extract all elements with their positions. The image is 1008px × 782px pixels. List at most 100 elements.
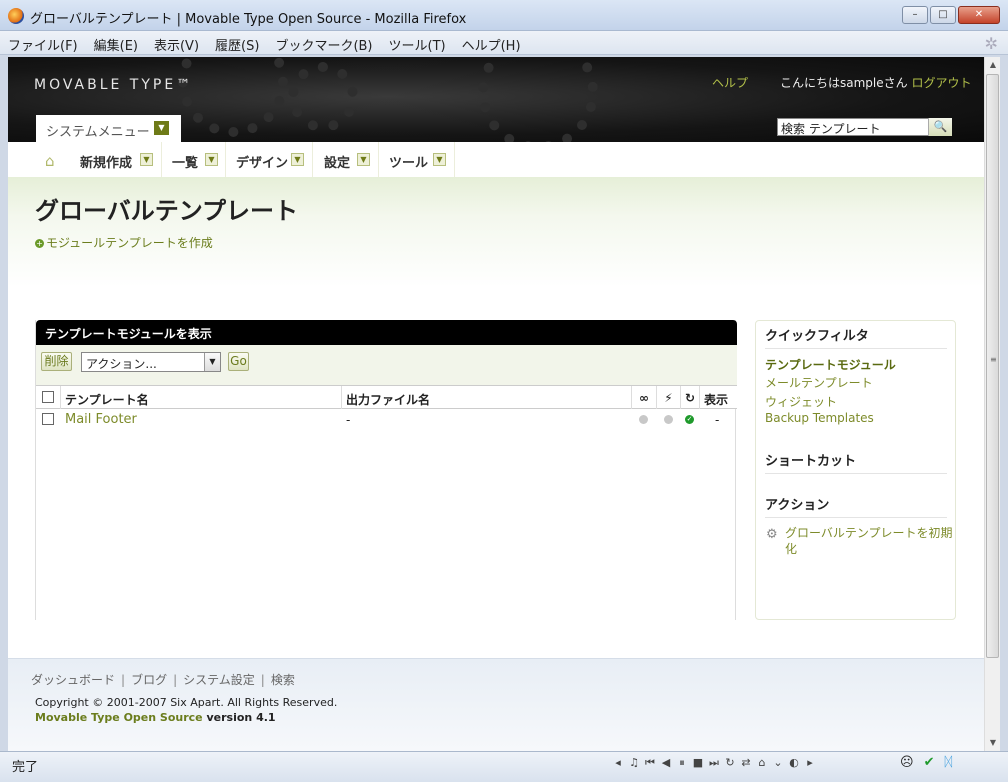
check-icon[interactable]: ✔ <box>924 755 935 770</box>
action-select-value: アクション... <box>86 357 157 371</box>
status-off-icon <box>639 415 648 424</box>
search-icon[interactable]: 🔍 <box>928 118 952 136</box>
select-all-checkbox[interactable] <box>42 391 54 403</box>
template-name-link[interactable]: Mail Footer <box>65 412 137 427</box>
nav-settings-label: 設定 <box>324 156 351 171</box>
nav-create[interactable]: 新規作成 ▼ <box>70 142 162 177</box>
scroll-up-icon[interactable]: ▲ <box>985 57 1001 73</box>
home-icon[interactable]: ⌂ <box>45 152 55 170</box>
go-button[interactable]: Go <box>228 352 249 371</box>
bird-icon[interactable]: ᛞ <box>944 755 952 770</box>
menu-tools[interactable]: ツール(T) <box>389 35 446 54</box>
nav-list[interactable]: 一覧 ▼ <box>162 142 226 177</box>
plus-icon: + <box>35 239 44 248</box>
media-icon[interactable]: ⏮ <box>644 756 656 770</box>
greeting-text: こんにちはsampleさん <box>780 76 908 90</box>
table-row: Mail Footer - ✓ - <box>36 409 737 431</box>
status-bar: 完了 ◂ ♫ ⏮ ◀ ⏸ ■ ⏭ ↻ ⇄ ⌂ ⌄ ◐ ▸ ☹ ✔ ᛞ <box>0 751 1008 782</box>
filter-backup-templates[interactable]: Backup Templates <box>765 411 874 425</box>
arrow-left-icon[interactable]: ◂ <box>612 756 624 770</box>
logout-link[interactable]: ログアウト <box>911 76 971 90</box>
media-icon[interactable]: ⌄ <box>772 756 784 770</box>
window-controls: – □ ✕ <box>902 6 1000 24</box>
status-toolbar: ◂ ♫ ⏮ ◀ ⏸ ■ ⏭ ↻ ⇄ ⌂ ⌄ ◐ ▸ <box>612 756 816 770</box>
media-icon[interactable]: ↻ <box>724 756 736 770</box>
row-checkbox[interactable] <box>42 413 54 425</box>
col-display[interactable]: 表示 <box>699 386 737 409</box>
col-output-file[interactable]: 出力ファイル名 <box>341 386 631 409</box>
reset-global-templates-link[interactable]: グローバルテンプレートを初期 化 <box>785 525 953 557</box>
filter-mail-templates[interactable]: メールテンプレート <box>765 374 873 391</box>
footer-links: ダッシュボード | ブログ | システム設定 | 検索 <box>31 671 295 688</box>
menu-help[interactable]: ヘルプ(H) <box>462 35 521 54</box>
separator: | <box>173 673 178 687</box>
product-link[interactable]: Movable Type Open Source <box>35 711 203 724</box>
status-addons: ☹ ✔ ᛞ <box>900 755 952 770</box>
create-module-label: モジュールテンプレートを作成 <box>46 236 213 250</box>
minimize-button[interactable]: – <box>902 6 928 24</box>
vertical-scrollbar[interactable]: ▲ ≡ ▼ <box>984 57 1000 751</box>
menu-view[interactable]: 表示(V) <box>154 35 199 54</box>
list-toolbar: 削除 アクション... ▼ Go <box>36 345 737 386</box>
page-footer: ダッシュボード | ブログ | システム設定 | 検索 Copyright © 2001-2… <box>8 658 984 751</box>
footer-search-link[interactable]: 検索 <box>271 673 295 687</box>
select-all-checkbox-cell <box>36 386 60 409</box>
gear-decoration <box>478 57 598 152</box>
footer-blog-link[interactable]: ブログ <box>131 673 167 687</box>
music-icon[interactable]: ♫ <box>628 756 640 770</box>
action-select[interactable]: アクション... ▼ <box>81 352 221 372</box>
grip-icon: ≡ <box>990 355 997 364</box>
linked-icon: ∞ <box>631 386 656 409</box>
panel-header: テンプレートモジュールを表示 <box>36 320 737 345</box>
arrow-right-icon[interactable]: ▸ <box>804 756 816 770</box>
menu-file[interactable]: ファイル(F) <box>8 35 78 54</box>
page-viewport: MOVABLE TYPE™ ヘルプ こんにちはsampleさん ログアウト シス… <box>8 57 984 751</box>
close-button[interactable]: ✕ <box>958 6 1000 24</box>
footer-system-settings-link[interactable]: システム設定 <box>183 673 255 687</box>
gear-decoration <box>178 57 288 137</box>
media-icon[interactable]: ◀ <box>660 756 672 770</box>
scroll-thumb[interactable]: ≡ <box>986 74 999 658</box>
separator: | <box>121 673 126 687</box>
chevron-down-icon: ▼ <box>205 153 218 166</box>
media-icon[interactable]: ⏭ <box>708 756 720 770</box>
smiley-icon[interactable]: ☹ <box>900 755 914 770</box>
delete-button[interactable]: 削除 <box>41 352 72 371</box>
media-icon[interactable]: ■ <box>692 756 704 770</box>
throbber-icon: ✲ <box>984 34 998 53</box>
filter-widgets[interactable]: ウィジェット <box>765 393 837 410</box>
help-link[interactable]: ヘルプ <box>712 74 748 91</box>
reset-link-line-2: 化 <box>785 542 798 556</box>
col-template-name[interactable]: テンプレート名 <box>60 386 341 409</box>
mt-logo[interactable]: MOVABLE TYPE™ <box>34 77 193 93</box>
divider <box>765 473 947 474</box>
logo-text: MOVABLE TYPE™ <box>34 77 194 93</box>
display-value: - <box>715 413 720 427</box>
system-menu-button[interactable]: システムメニュー ▼ <box>36 115 181 142</box>
menu-history[interactable]: 履歴(S) <box>215 35 259 54</box>
publish-type-icon: ⚡ <box>656 386 680 409</box>
status-off-icon <box>664 415 673 424</box>
chevron-down-icon: ▼ <box>204 353 220 371</box>
media-icon[interactable]: ⇄ <box>740 756 752 770</box>
window-title: グローバルテンプレート | Movable Type Open Source -… <box>30 12 467 27</box>
maximize-button[interactable]: □ <box>930 6 956 24</box>
gear-decoration <box>288 62 358 132</box>
divider <box>765 348 947 349</box>
volume-icon[interactable]: ◐ <box>788 756 800 770</box>
nav-design[interactable]: デザイン ▼ <box>226 142 313 177</box>
system-menu-label: システムメニュー <box>46 125 150 140</box>
page-title: グローバルテンプレート <box>35 197 299 225</box>
media-icon[interactable]: ⏸ <box>676 756 688 770</box>
search-input[interactable]: 検索 テンプレート <box>777 118 952 136</box>
create-module-link[interactable]: + モジュールテンプレートを作成 <box>35 234 213 251</box>
nav-settings[interactable]: 設定 ▼ <box>313 142 379 177</box>
media-icon[interactable]: ⌂ <box>756 756 768 770</box>
filter-template-modules[interactable]: テンプレートモジュール <box>765 356 896 373</box>
footer-dashboard-link[interactable]: ダッシュボード <box>31 673 115 687</box>
menu-edit[interactable]: 編集(E) <box>94 35 138 54</box>
menu-bookmarks[interactable]: ブックマーク(B) <box>275 35 372 54</box>
refresh-icon: ↻ <box>680 386 699 409</box>
nav-tools[interactable]: ツール ▼ <box>379 142 455 177</box>
scroll-down-icon[interactable]: ▼ <box>985 735 1001 751</box>
